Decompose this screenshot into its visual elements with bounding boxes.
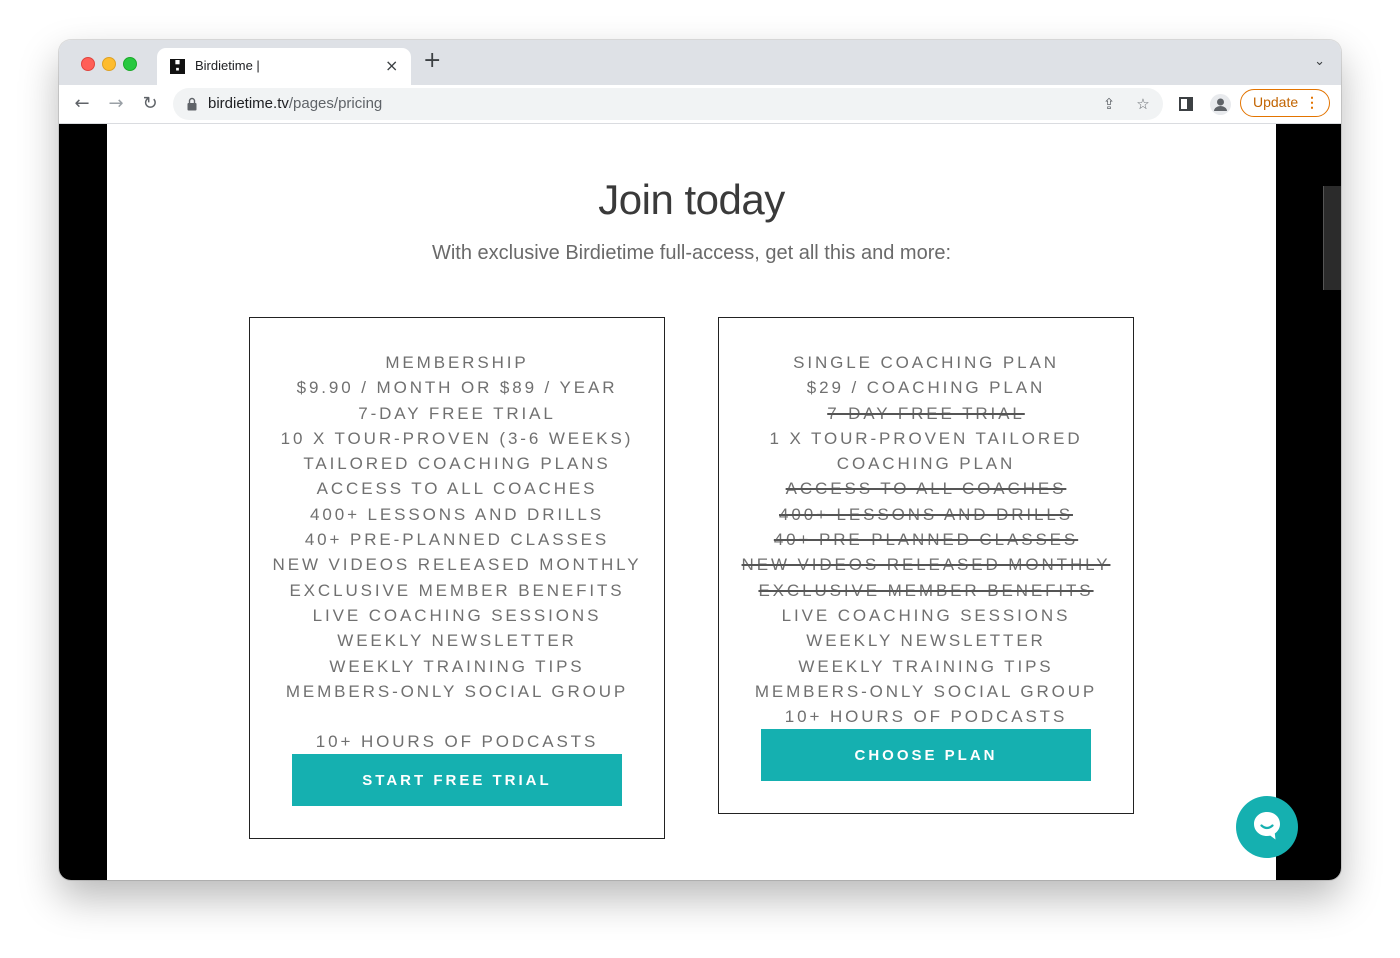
plan-feature-item: EXCLUSIVE MEMBER BENEFITS (289, 580, 625, 600)
plan-feature-item: SINGLE COACHING PLAN (793, 353, 1059, 372)
membership-plan-card: MEMBERSHIP $9.90 / MONTH OR $89 / YEAR 7-D… (249, 317, 665, 839)
tab-birdietime[interactable]: ■ ▪ Birdietime | × (157, 48, 411, 85)
forward-arrow-icon[interactable]: → (105, 93, 127, 115)
plan-feature-item: MEMBERS-ONLY SOCIAL GROUP (285, 681, 629, 701)
birdietime-favicon-icon: ■ ▪ (170, 59, 185, 74)
more-menu-icon[interactable]: ⋮ (1305, 90, 1319, 115)
plan-feature-item: ACCESS TO ALL COACHES (316, 479, 598, 499)
plan-feature-item: LIVE COACHING SESSIONS (312, 605, 602, 625)
plan-feature-item: 40+ PRE-PLANNED CLASSES (773, 530, 1079, 550)
plan-feature-item: NEW VIDEOS RELEASED MONTHLY (741, 555, 1111, 575)
tab-close-icon[interactable]: × (385, 56, 398, 75)
tab-title: Birdietime | (195, 58, 260, 73)
plan-feature-item: WEEKLY NEWSLETTER (337, 631, 577, 651)
tab-strip: ■ ▪ Birdietime | × + ⌄ (59, 40, 1341, 85)
plan-feature-item: $9.90 / MONTH OR $89 / YEAR (296, 378, 618, 398)
plan-feature-item: NEW VIDEOS RELEASED MONTHLY (272, 555, 642, 575)
plan-feature-item: $29 / COACHING PLAN (806, 378, 1046, 398)
browser-window: ■ ▪ Birdietime | × + ⌄ ← → ↻ birdietime.t… (59, 40, 1341, 880)
minimize-window-button[interactable] (102, 57, 116, 71)
plan-feature-item: 1 X TOUR-PROVEN TAILORED (769, 428, 1083, 448)
person-icon (1214, 98, 1227, 111)
address-bar[interactable]: birdietime.tv/pages/pricing ⇪ ☆ (173, 88, 1163, 120)
scrollbar-thumb[interactable] (1323, 186, 1341, 290)
plan-feature-item: EXCLUSIVE MEMBER BENEFITS (758, 580, 1094, 600)
zoom-window-button[interactable] (123, 57, 137, 71)
plan-feature-item: MEMBERS-ONLY SOCIAL GROUP (754, 681, 1098, 701)
reload-icon[interactable]: ↻ (139, 93, 161, 115)
update-button[interactable]: Update ⋮ (1240, 89, 1330, 117)
membership-feature-list: MEMBERSHIP $9.90 / MONTH OR $89 / YEAR 7-D… (250, 350, 664, 754)
plan-feature-item: 10+ HOURS OF PODCASTS (315, 732, 599, 752)
back-arrow-icon[interactable]: ← (71, 93, 93, 115)
plan-feature-item: 40+ PRE-PLANNED CLASSES (304, 530, 610, 550)
choose-plan-button[interactable]: CHOOSE PLAN (761, 729, 1091, 781)
page-viewport: Join today With exclusive Birdietime ful… (59, 124, 1341, 880)
plan-feature-item: ACCESS TO ALL COACHES (785, 479, 1067, 499)
profile-avatar-icon[interactable] (1210, 94, 1231, 115)
url-domain: birdietime.tv (208, 95, 289, 112)
bookmark-star-icon[interactable]: ☆ (1133, 94, 1153, 114)
share-icon[interactable]: ⇪ (1099, 94, 1119, 114)
lock-icon (187, 97, 197, 111)
plan-feature-item: WEEKLY TRAINING TIPS (798, 656, 1054, 676)
plan-feature-item: COACHING PLAN (836, 454, 1016, 474)
chat-widget-button[interactable] (1236, 796, 1298, 858)
pricing-page: Join today With exclusive Birdietime ful… (107, 124, 1276, 880)
new-tab-button[interactable]: + (423, 50, 441, 72)
page-subtitle: With exclusive Birdietime full-access, g… (431, 242, 952, 264)
page-title: Join today (598, 176, 785, 223)
browser-toolbar: ← → ↻ birdietime.tv/pages/pricing ⇪ ☆ Up… (59, 85, 1341, 124)
close-window-button[interactable] (81, 57, 95, 71)
plan-feature-item: LIVE COACHING SESSIONS (781, 605, 1071, 625)
chat-bubble-icon (1254, 812, 1280, 840)
update-label: Update (1253, 94, 1299, 110)
url-path: /pages/pricing (288, 95, 383, 112)
plan-feature-item: 10 X TOUR-PROVEN (3-6 WEEKS) (280, 428, 634, 448)
plan-feature-item: 400+ LESSONS AND DRILLS (310, 504, 604, 524)
tab-search-chevron-icon[interactable]: ⌄ (1314, 54, 1325, 69)
plan-feature-item: MEMBERSHIP (385, 353, 529, 372)
plan-feature-item: 7-DAY FREE TRIAL (827, 403, 1025, 423)
single-coaching-feature-list: SINGLE COACHING PLAN $29 / COACHING PLAN 7… (719, 350, 1133, 729)
url-text[interactable]: birdietime.tv/pages/pricing (208, 95, 382, 112)
plan-feature-item: TAILORED COACHING PLANS (303, 454, 611, 474)
plan-feature-item: WEEKLY TRAINING TIPS (329, 656, 585, 676)
plan-feature-item: 400+ LESSONS AND DRILLS (779, 504, 1073, 524)
plan-feature-item: 7-DAY FREE TRIAL (358, 403, 556, 423)
single-coaching-plan-card: SINGLE COACHING PLAN $29 / COACHING PLAN 7… (718, 317, 1134, 814)
start-free-trial-button[interactable]: START FREE TRIAL (292, 754, 622, 806)
plan-feature-item: WEEKLY NEWSLETTER (806, 631, 1046, 651)
plan-feature-item: 10+ HOURS OF PODCASTS (784, 707, 1068, 727)
side-panel-icon[interactable] (1179, 97, 1193, 111)
